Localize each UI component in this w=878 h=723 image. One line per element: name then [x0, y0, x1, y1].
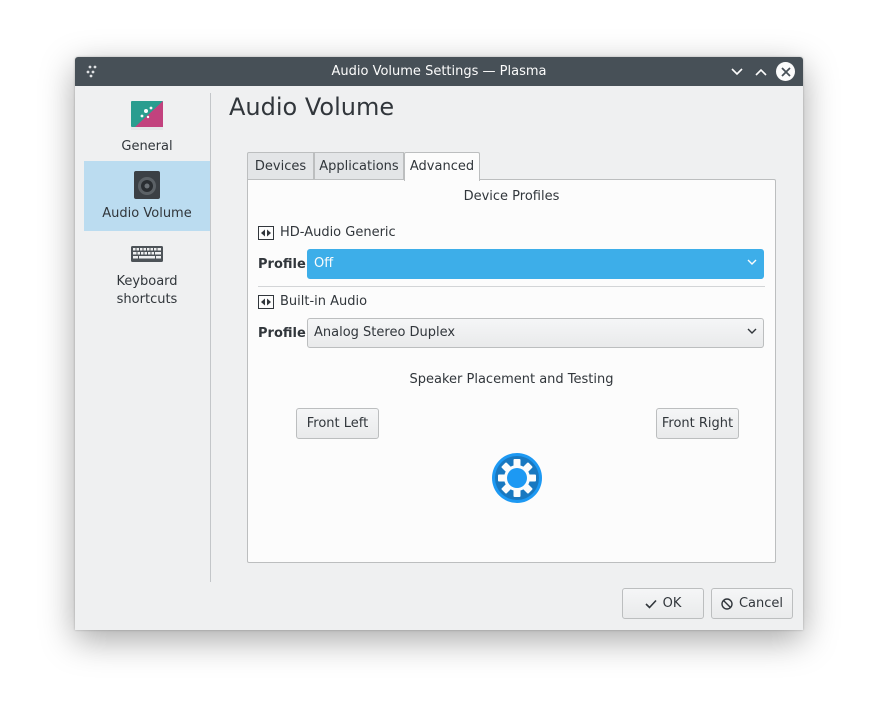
sidebar-item-general[interactable]: General — [84, 90, 210, 160]
settings-window: Audio Volume Settings — Plasma General A… — [75, 57, 803, 630]
profile-value: Off — [314, 256, 334, 271]
sidebar-divider — [210, 93, 211, 582]
ok-button[interactable]: OK — [622, 588, 704, 619]
sidebar-item-label: Audio Volume — [102, 206, 192, 221]
general-settings-icon — [131, 101, 163, 130]
keyboard-icon — [131, 246, 163, 262]
sidebar-item-label: Keyboard — [116, 274, 178, 289]
cancel-icon — [721, 597, 733, 610]
tab-devices[interactable]: Devices — [247, 152, 314, 179]
chevron-down-icon — [747, 328, 757, 334]
tab-applications[interactable]: Applications — [314, 152, 404, 179]
card-name: HD-Audio Generic — [280, 225, 396, 240]
button-label: Front Right — [661, 416, 734, 431]
profile-value: Analog Stereo Duplex — [314, 325, 456, 340]
cancel-button[interactable]: Cancel — [711, 588, 793, 619]
profile-select-hd-audio[interactable]: Off — [307, 249, 764, 279]
front-right-button[interactable]: Front Right — [656, 408, 739, 439]
page-title: Audio Volume — [229, 93, 395, 121]
checkmark-icon — [645, 599, 657, 609]
chevron-down-icon — [747, 259, 757, 265]
profile-separator — [258, 286, 765, 287]
audio-card-icon — [258, 294, 274, 309]
kde-logo-icon — [491, 452, 543, 508]
speaker-placement-heading: Speaker Placement and Testing — [409, 372, 614, 387]
tab-advanced[interactable]: Advanced — [404, 152, 480, 181]
close-icon — [780, 66, 791, 77]
window-title: Audio Volume Settings — Plasma — [331, 64, 547, 79]
sidebar-item-label: shortcuts — [116, 292, 178, 307]
speaker-icon — [134, 171, 160, 199]
front-left-button[interactable]: Front Left — [296, 408, 379, 439]
device-profiles-heading: Device Profiles — [463, 189, 560, 204]
chevron-up-icon — [754, 68, 767, 76]
button-label: OK — [662, 596, 682, 611]
button-label: Front Left — [306, 416, 369, 431]
audio-card-icon — [258, 225, 274, 240]
advanced-panel: Device Profiles HD-Audio Generic Profile… — [247, 179, 776, 563]
card-name: Built-in Audio — [280, 294, 368, 309]
sidebar-item-keyboard-shortcuts[interactable]: Keyboard shortcuts — [84, 232, 210, 318]
minimize-button[interactable] — [727, 62, 746, 81]
button-label: Cancel — [738, 596, 784, 611]
profile-label: Profile: — [258, 256, 311, 272]
profile-label: Profile: — [258, 325, 311, 341]
sidebar: General Audio Volume Keyboard shortcuts — [84, 90, 210, 590]
card-hd-audio-generic: HD-Audio Generic — [258, 225, 396, 240]
sidebar-item-audio-volume[interactable]: Audio Volume — [84, 161, 210, 231]
profile-row-built-in: Profile: Analog Stereo Duplex — [258, 318, 765, 348]
maximize-button[interactable] — [751, 62, 770, 81]
sidebar-item-label: General — [121, 139, 173, 154]
card-built-in-audio: Built-in Audio — [258, 294, 367, 309]
close-window-button[interactable] — [776, 62, 795, 81]
profile-select-built-in[interactable]: Analog Stereo Duplex — [307, 318, 764, 348]
profile-row-hd-audio: Profile: Off — [258, 249, 765, 279]
chevron-down-icon — [730, 67, 743, 75]
title-bar[interactable]: Audio Volume Settings — Plasma — [75, 57, 803, 86]
